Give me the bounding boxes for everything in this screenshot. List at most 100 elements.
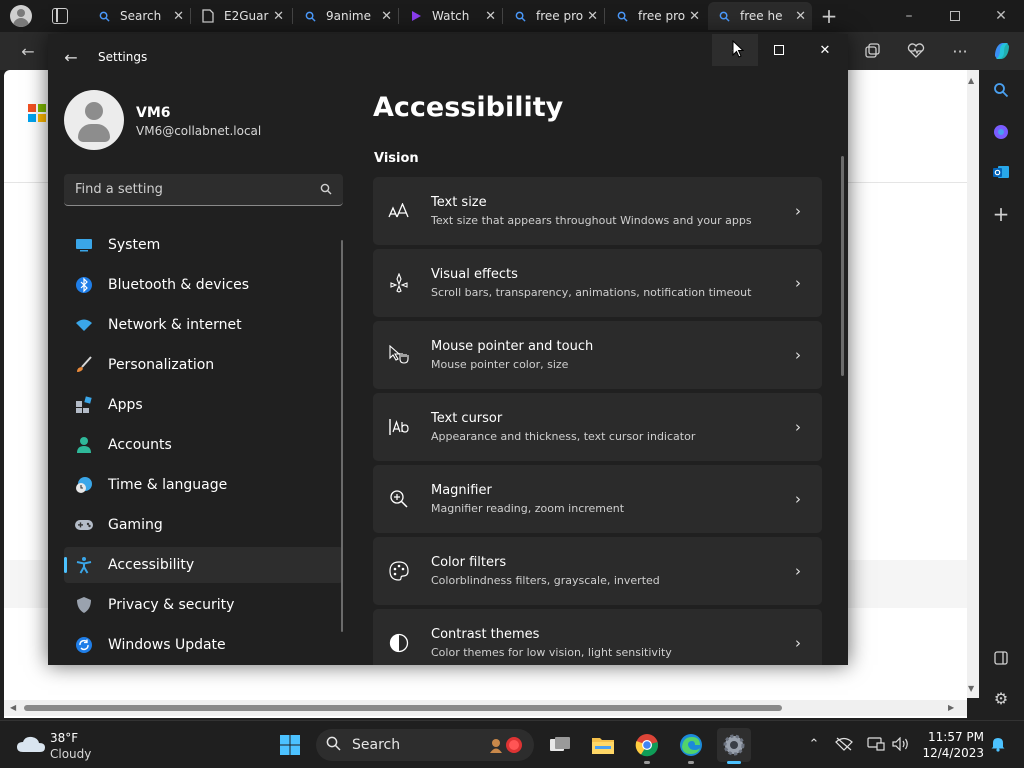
close-tab-icon[interactable]: ✕	[273, 9, 284, 24]
nav-item-personalization[interactable]: Personalization	[64, 347, 343, 383]
maximize-icon	[774, 45, 784, 55]
sidebar-copilot-icon[interactable]	[989, 120, 1013, 144]
scroll-left-icon[interactable]: ◀	[10, 703, 16, 712]
settings-nav: System Bluetooth & devices Network & int…	[64, 227, 344, 665]
edge-icon	[680, 734, 702, 756]
sidebar-outlook-icon[interactable]	[989, 160, 1013, 184]
tab-actions-icon[interactable]	[52, 8, 68, 24]
close-tab-icon[interactable]: ✕	[381, 9, 392, 24]
card-color-filters[interactable]: Color filters Colorblindness filters, gr…	[373, 537, 822, 605]
settings-app-button[interactable]	[717, 728, 751, 764]
new-tab-icon[interactable]: +	[818, 4, 840, 28]
card-text-size[interactable]: Text size Text size that appears through…	[373, 177, 822, 245]
nav-item-accessibility[interactable]: Accessibility	[64, 547, 343, 583]
nav-item-label: System	[108, 237, 161, 253]
nav-item-accounts[interactable]: Accounts	[64, 427, 343, 463]
avatar[interactable]	[64, 90, 124, 150]
browser-tab[interactable]: free pro ✕	[504, 2, 604, 30]
nav-item-apps[interactable]: Apps	[64, 387, 343, 423]
nav-item-label: Privacy & security	[108, 597, 235, 613]
browser-restore-button[interactable]	[932, 0, 978, 32]
sidebar-add-icon[interactable]: +	[989, 202, 1013, 226]
browser-tab[interactable]: 9anime ✕	[294, 2, 398, 30]
microsoft-logo	[28, 104, 46, 122]
browser-tab-active[interactable]: free he ✕	[708, 2, 812, 30]
sidebar-layout-icon[interactable]	[989, 646, 1013, 670]
selection-indicator	[64, 557, 67, 573]
search-icon	[326, 736, 341, 755]
task-view-button[interactable]	[543, 728, 577, 762]
card-subtitle: Appearance and thickness, text cursor in…	[431, 430, 696, 443]
sidebar-search-icon[interactable]	[989, 78, 1013, 102]
copilot-icon[interactable]	[988, 37, 1016, 65]
nav-item-time-language[interactable]: Time & language	[64, 467, 343, 503]
display-icon[interactable]	[866, 734, 886, 754]
browser-close-button[interactable]: ✕	[978, 0, 1024, 32]
folder-icon	[592, 738, 614, 754]
close-tab-icon[interactable]: ✕	[485, 9, 496, 24]
close-tab-icon[interactable]: ✕	[587, 9, 598, 24]
edge-button[interactable]	[674, 728, 708, 764]
card-title: Mouse pointer and touch	[431, 339, 594, 354]
collections-icon[interactable]	[858, 37, 886, 65]
close-tab-icon[interactable]: ✕	[795, 9, 806, 24]
maximize-button[interactable]	[756, 34, 802, 66]
show-hidden-icons-chevron-icon[interactable]: ⌃	[804, 734, 824, 754]
scroll-right-icon[interactable]: ▶	[948, 703, 954, 712]
restore-icon	[950, 11, 960, 21]
close-tab-icon[interactable]: ✕	[173, 9, 184, 24]
chrome-icon	[635, 734, 659, 757]
card-contrast-themes[interactable]: Contrast themes Color themes for low vis…	[373, 609, 822, 665]
card-mouse-pointer[interactable]: Mouse pointer and touch Mouse pointer co…	[373, 321, 822, 389]
nav-item-privacy[interactable]: Privacy & security	[64, 587, 343, 623]
profile-avatar[interactable]	[10, 5, 32, 27]
file-explorer-button[interactable]	[586, 728, 620, 762]
taskbar-clock[interactable]: 11:57 PM 12/4/2023	[920, 729, 984, 761]
scroll-down-icon[interactable]: ▼	[968, 684, 974, 693]
scroll-up-icon[interactable]: ▲	[968, 76, 974, 85]
nav-item-system[interactable]: System	[64, 227, 343, 263]
browser-tab[interactable]: E2Guar ✕	[192, 2, 290, 30]
browser-tab[interactable]: Watch ✕	[400, 2, 502, 30]
nav-scrollbar[interactable]	[341, 240, 343, 632]
browser-minimize-button[interactable]: –	[886, 0, 932, 32]
card-visual-effects[interactable]: Visual effects Scroll bars, transparency…	[373, 249, 822, 317]
notification-bell-icon[interactable]	[988, 734, 1008, 754]
browser-tab[interactable]: free pro ✕	[606, 2, 706, 30]
sidebar-settings-icon[interactable]: ⚙	[989, 686, 1013, 710]
chevron-right-icon: ›	[795, 274, 801, 292]
browser-tab[interactable]: Search ✕	[88, 2, 190, 30]
content-scrollbar[interactable]	[841, 156, 844, 376]
volume-icon[interactable]	[891, 734, 911, 754]
tab-divider	[292, 8, 293, 24]
nav-item-network[interactable]: Network & internet	[64, 307, 343, 343]
close-button[interactable]: ✕	[802, 34, 848, 66]
nav-item-bluetooth[interactable]: Bluetooth & devices	[64, 267, 343, 303]
close-tab-icon[interactable]: ✕	[689, 9, 700, 24]
nav-item-windows-update[interactable]: Windows Update	[64, 627, 343, 663]
horizontal-scroll-thumb[interactable]	[24, 705, 782, 711]
search-icon	[319, 182, 333, 196]
network-disconnected-icon[interactable]	[834, 734, 854, 754]
magnifier-icon	[387, 487, 411, 511]
weather-widget[interactable]: 38°F Cloudy	[16, 729, 116, 763]
chevron-right-icon: ›	[795, 202, 801, 220]
more-options-icon[interactable]: ···	[946, 37, 974, 65]
weather-condition: Cloudy	[50, 747, 92, 761]
chrome-button[interactable]	[630, 728, 664, 764]
browser-essentials-icon[interactable]	[902, 37, 930, 65]
tab-divider	[398, 8, 399, 24]
personalization-icon	[74, 355, 94, 375]
clock-time: 11:57 PM	[928, 730, 984, 744]
back-arrow-icon[interactable]: ←	[60, 46, 82, 68]
card-magnifier[interactable]: Magnifier Magnifier reading, zoom increm…	[373, 465, 822, 533]
taskbar-search-box[interactable]: Search	[316, 729, 534, 761]
page-vertical-scrollbar[interactable]: ▲ ▼	[967, 70, 979, 698]
nav-item-gaming[interactable]: Gaming	[64, 507, 343, 543]
find-setting-input[interactable]: Find a setting	[64, 174, 343, 206]
card-text-cursor[interactable]: Text cursor Appearance and thickness, te…	[373, 393, 822, 461]
start-button[interactable]	[273, 728, 307, 762]
chevron-right-icon: ›	[795, 634, 801, 652]
back-arrow-icon[interactable]: ←	[14, 37, 42, 65]
gaming-icon	[74, 515, 94, 535]
